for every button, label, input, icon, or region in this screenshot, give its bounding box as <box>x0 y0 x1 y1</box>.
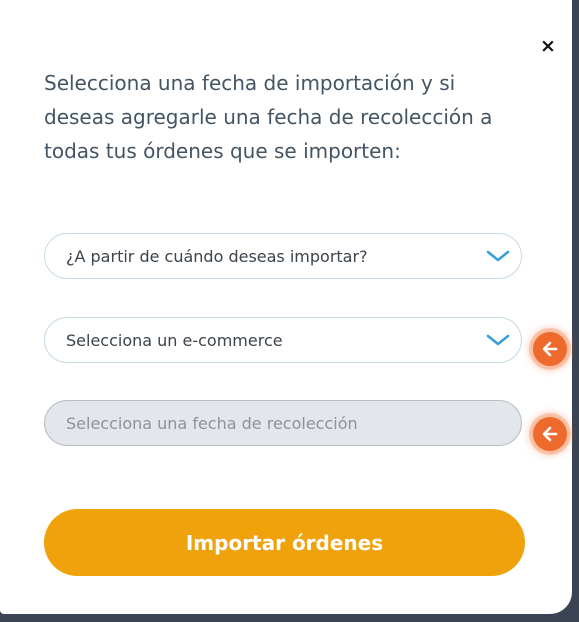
pickup-date-placeholder: Selecciona una fecha de recolección <box>66 413 358 433</box>
ecommerce-select-label: Selecciona un e-commerce <box>66 330 283 350</box>
arrow-left-icon <box>533 417 567 451</box>
close-icon: × <box>540 35 556 57</box>
pickup-date-field[interactable]: Selecciona una fecha de recolección <box>44 400 522 446</box>
close-button[interactable]: × <box>538 36 558 56</box>
import-orders-modal: × Selecciona una fecha de importación y … <box>0 0 572 614</box>
chevron-down-icon <box>485 248 511 264</box>
import-orders-button[interactable]: Importar órdenes <box>44 509 525 576</box>
import-date-select[interactable]: ¿A partir de cuándo deseas importar? <box>44 233 522 279</box>
chevron-down-icon <box>485 332 511 348</box>
ecommerce-select[interactable]: Selecciona un e-commerce <box>44 317 522 363</box>
import-date-select-label: ¿A partir de cuándo deseas importar? <box>66 246 368 266</box>
arrow-left-icon <box>533 332 567 366</box>
modal-title: Selecciona una fecha de importación y si… <box>44 71 493 163</box>
